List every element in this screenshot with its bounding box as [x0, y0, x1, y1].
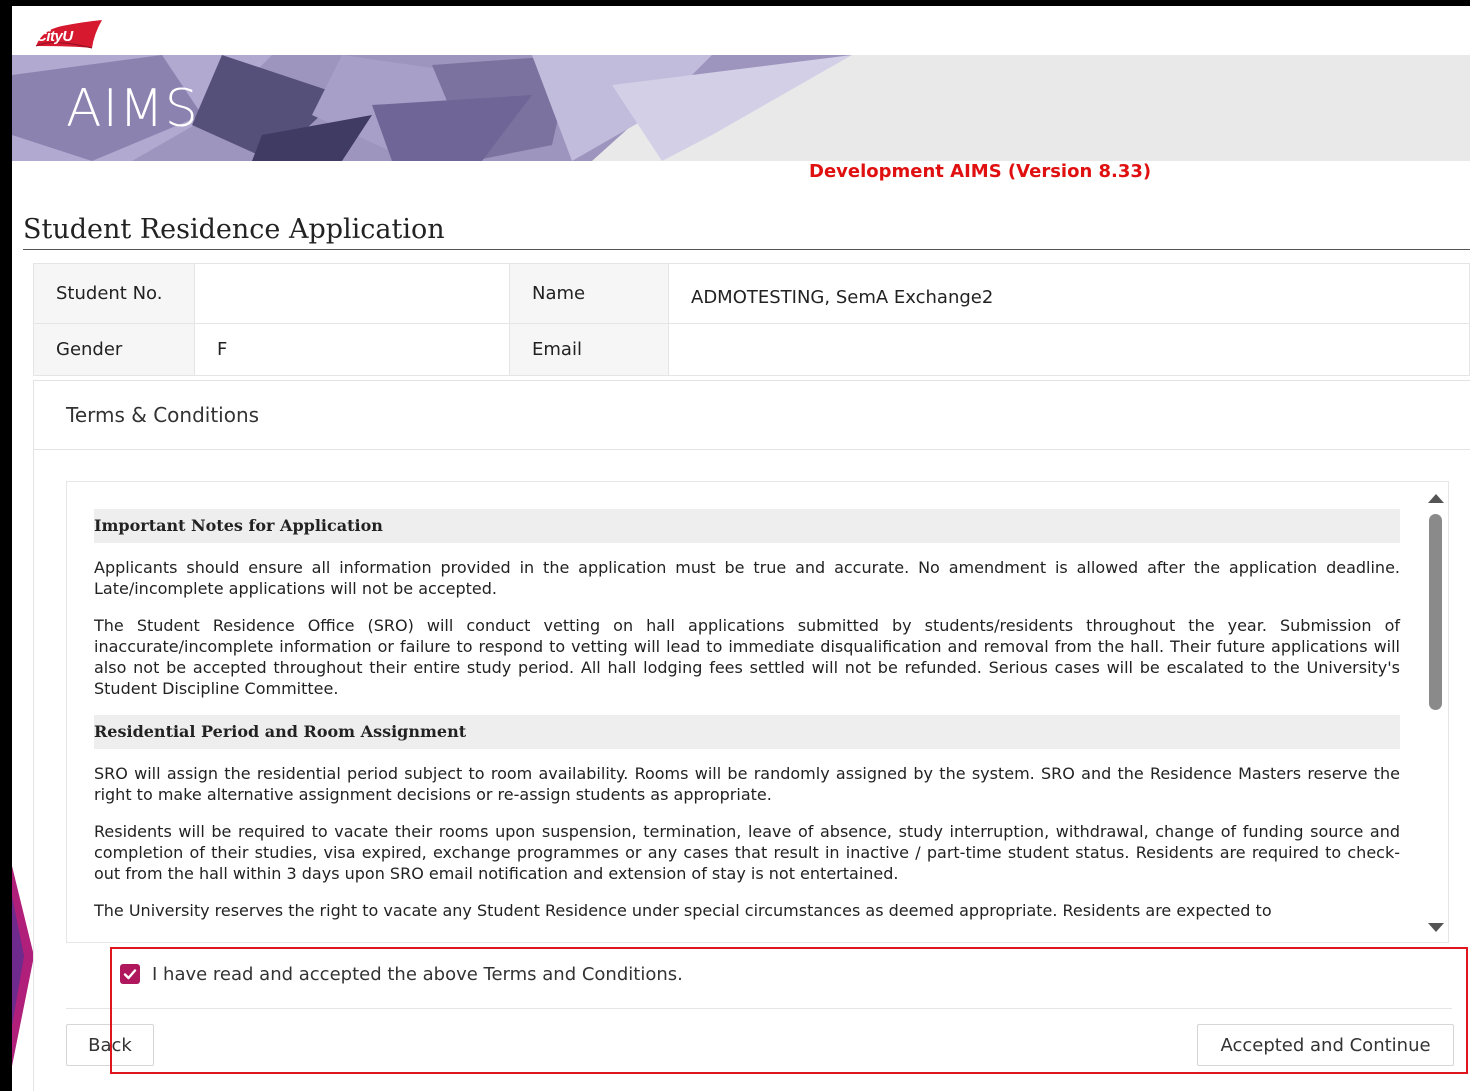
page-title: Student Residence Application: [23, 214, 445, 245]
check-icon: [123, 969, 137, 980]
terms-paragraph: SRO will assign the residential period s…: [94, 764, 1400, 804]
table-row: Student No. Name ADMOTESTING, SemA Excha…: [33, 263, 1470, 324]
browser-viewport: CityU AIMS Development AIMS (Version 8.3…: [0, 0, 1470, 1091]
name-label: Name: [509, 263, 669, 324]
app-title: AIMS: [66, 79, 199, 139]
name-value: ADMOTESTING, SemA Exchange2: [668, 263, 1470, 324]
title-divider: [23, 249, 1470, 250]
accept-continue-button[interactable]: Accepted and Continue: [1197, 1024, 1454, 1066]
student-info-table: Student No. Name ADMOTESTING, SemA Excha…: [33, 263, 1470, 376]
terms-paragraph: Applicants should ensure all information…: [94, 558, 1400, 598]
email-label: Email: [509, 323, 669, 376]
header-banner: AIMS: [12, 55, 1470, 161]
scrollbar-thumb[interactable]: [1429, 514, 1442, 710]
student-no-value: [194, 263, 510, 324]
section-heading: Important Notes for Application: [94, 509, 1400, 543]
panel-divider: [66, 1008, 1452, 1009]
email-value: [668, 323, 1470, 376]
terms-scroll-area[interactable]: Important Notes for Application Applican…: [66, 481, 1449, 943]
terms-paragraph: The University reserves the right to vac…: [94, 901, 1272, 920]
logo-text: CityU: [36, 28, 73, 45]
terms-content: Important Notes for Application Applican…: [94, 509, 1400, 937]
terms-paragraph: The Student Residence Office (SRO) will …: [94, 616, 1400, 698]
banner-pattern: [12, 55, 852, 161]
gender-value: F: [194, 323, 510, 376]
table-row: Gender F Email: [33, 323, 1470, 376]
accept-terms-row[interactable]: I have read and accepted the above Terms…: [120, 959, 683, 989]
accept-terms-label[interactable]: I have read and accepted the above Terms…: [152, 964, 683, 985]
terms-panel-title: Terms & Conditions: [66, 403, 260, 427]
back-button[interactable]: Back: [66, 1024, 154, 1066]
section-heading: Residential Period and Room Assignment: [94, 715, 1400, 749]
terms-panel: Terms & Conditions Important Notes for A…: [33, 380, 1470, 1091]
student-no-label: Student No.: [33, 263, 195, 324]
terms-panel-header: Terms & Conditions: [34, 381, 1470, 450]
triangle-up-icon[interactable]: [1428, 494, 1444, 503]
triangle-down-icon[interactable]: [1428, 923, 1444, 932]
accept-terms-checkbox[interactable]: [120, 964, 140, 984]
gender-label: Gender: [33, 323, 195, 376]
terms-paragraph: Residents will be required to vacate the…: [94, 822, 1400, 883]
terms-scrollbar[interactable]: [1422, 482, 1448, 942]
version-banner: Development AIMS (Version 8.33): [809, 161, 1152, 182]
